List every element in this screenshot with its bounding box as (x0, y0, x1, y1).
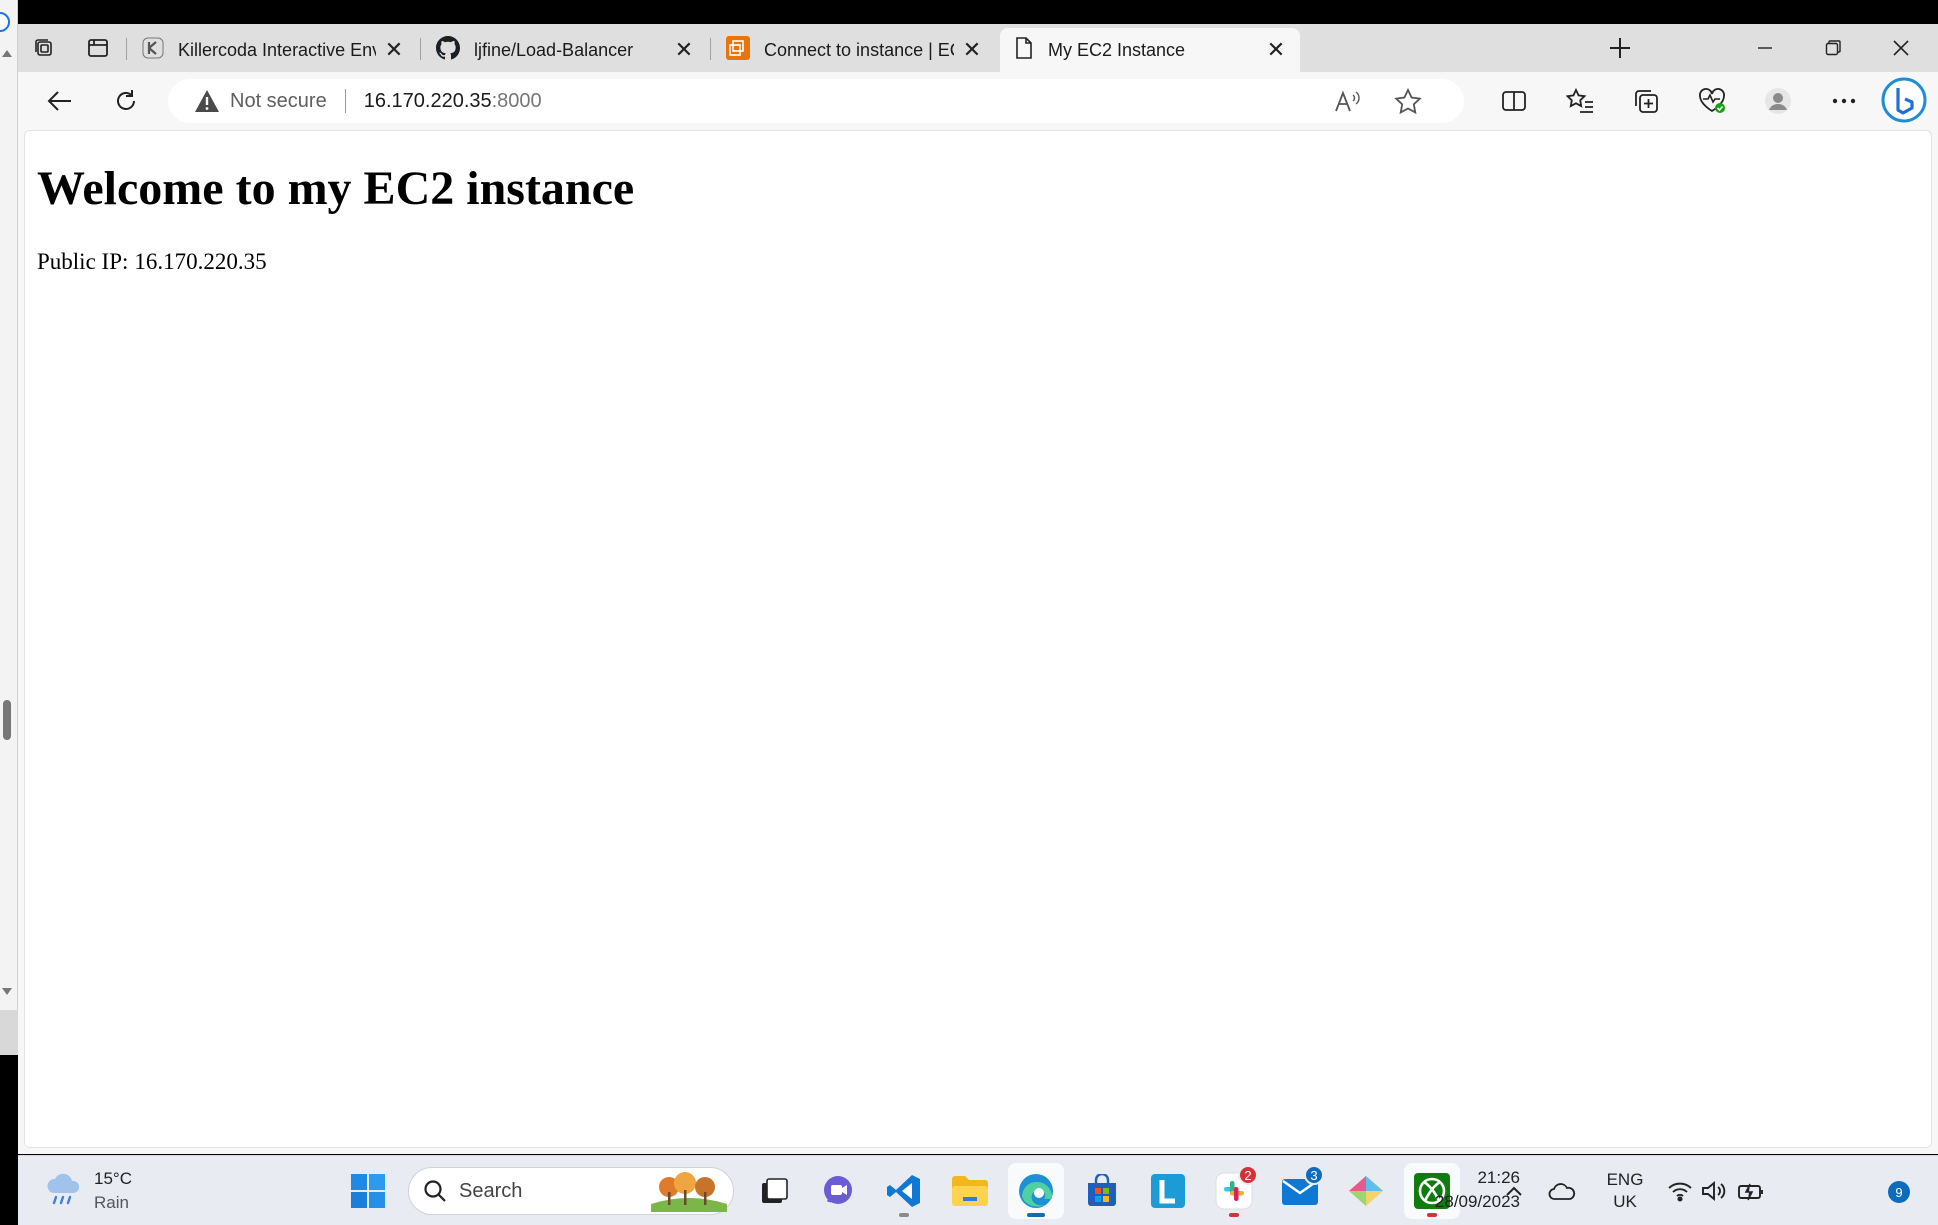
clock[interactable]: 21:26 28/09/2023 (1410, 1166, 1520, 1214)
refresh-button[interactable] (106, 81, 146, 121)
tab-killercoda[interactable]: Killercoda Interactive Environmen ✕ (128, 28, 418, 72)
tab-bar: Killercoda Interactive Environmen ✕ ljfi… (18, 24, 1938, 72)
url-text[interactable]: 16.170.220.35:8000 (364, 90, 542, 113)
tab-title: Killercoda Interactive Environmen (178, 39, 376, 60)
bing-copilot-icon[interactable] (1880, 76, 1928, 124)
address-divider (344, 89, 346, 113)
public-ip-label: Public IP: (37, 249, 129, 274)
edge-browser-icon[interactable] (1008, 1163, 1064, 1219)
teams-chat-icon[interactable] (810, 1163, 866, 1219)
page-viewport: Welcome to my EC2 instance Public IP: 16.… (24, 130, 1932, 1148)
tab-title: Connect to instance | EC2 | eu-nc (764, 39, 954, 60)
tab-actions-icon[interactable] (80, 32, 116, 64)
slack-notification-badge: 2 (1238, 1165, 1258, 1185)
github-icon (436, 35, 460, 65)
background-window-edge (0, 0, 18, 1055)
search-highlight-icon (651, 1170, 727, 1217)
background-app-icon (0, 12, 10, 32)
security-status[interactable]: Not secure (230, 90, 327, 113)
read-aloud-icon[interactable] (1334, 88, 1362, 116)
notification-center-badge[interactable]: 9 (1888, 1181, 1910, 1203)
l-app-icon[interactable] (1140, 1163, 1196, 1219)
keyboard-region: UK (1613, 1192, 1637, 1211)
desktop: Killercoda Interactive Environmen ✕ ljfi… (0, 0, 1938, 1225)
page-icon (1014, 36, 1034, 65)
volume-icon (1701, 1180, 1727, 1202)
tab-title: ljfine/Load-Balancer (474, 39, 634, 60)
start-button[interactable] (340, 1163, 396, 1219)
tab-separator (710, 38, 711, 60)
background-scrollbar-thumb[interactable] (3, 700, 11, 740)
mail-icon[interactable]: 3 (1272, 1163, 1328, 1219)
tab-aws-connect[interactable]: Connect to instance | EC2 | eu-nc ✕ (712, 28, 996, 72)
killercoda-icon (142, 37, 164, 64)
gem-app-icon[interactable] (1338, 1163, 1394, 1219)
new-tab-button[interactable] (1603, 32, 1637, 64)
url-port: :8000 (491, 89, 542, 112)
quick-settings[interactable] (1656, 1168, 1776, 1214)
tab-separator (420, 38, 421, 60)
app-active-indicator (1027, 1213, 1045, 1217)
address-bar[interactable]: Not secure 16.170.220.35:8000 (168, 79, 1464, 123)
scroll-up-arrow-icon[interactable] (2, 50, 12, 57)
close-tab-icon[interactable]: ✕ (962, 37, 982, 62)
profile-avatar[interactable] (1758, 81, 1798, 121)
workspaces-icon[interactable] (26, 32, 62, 64)
close-tab-icon[interactable]: ✕ (1266, 37, 1286, 62)
split-screen-icon[interactable] (1494, 81, 1534, 121)
app-running-indicator (899, 1213, 909, 1217)
public-ip-value: 16.170.220.35 (134, 249, 267, 274)
search-icon (423, 1179, 447, 1203)
tab-separator (126, 38, 127, 60)
collections-icon[interactable] (1626, 81, 1666, 121)
wifi-icon (1667, 1180, 1693, 1202)
language-code: ENG (1606, 1170, 1644, 1189)
close-tab-icon[interactable]: ✕ (384, 37, 404, 62)
page-heading: Welcome to my EC2 instance (37, 162, 635, 215)
microsoft-store-icon[interactable] (1074, 1163, 1130, 1219)
taskbar-search[interactable]: Search (408, 1167, 734, 1215)
battery-charging-icon (1737, 1181, 1765, 1201)
favorites-icon[interactable] (1560, 81, 1600, 121)
weather-widget[interactable]: 15°C Rain (44, 1166, 132, 1216)
slack-icon[interactable]: 2 (1206, 1163, 1262, 1219)
minimize-button[interactable] (1732, 28, 1798, 68)
taskbar: 15°C Rain Search 2 3 ENG UK 21:26 28/09/… (18, 1155, 1938, 1225)
language-indicator[interactable]: ENG UK (1592, 1168, 1658, 1214)
tab-title: My EC2 Instance (1048, 39, 1186, 60)
weather-temperature: 15°C (94, 1169, 132, 1188)
restore-button[interactable] (1800, 28, 1866, 68)
search-label: Search (459, 1179, 523, 1202)
browser-toolbar: Not secure 16.170.220.35:8000 (18, 72, 1938, 130)
mail-notification-badge: 3 (1304, 1165, 1324, 1185)
file-explorer-icon[interactable] (942, 1163, 998, 1219)
close-tab-icon[interactable]: ✕ (674, 37, 694, 62)
favorite-star-icon[interactable] (1394, 88, 1422, 116)
date-display: 28/09/2023 (1434, 1192, 1520, 1211)
app-running-indicator (1229, 1213, 1239, 1217)
weather-condition: Rain (94, 1193, 129, 1212)
task-view-button[interactable] (746, 1163, 802, 1219)
scroll-down-arrow-icon[interactable] (2, 988, 12, 995)
back-button[interactable] (40, 81, 80, 121)
background-window-panel (0, 1010, 18, 1055)
more-options-icon[interactable] (1824, 81, 1864, 121)
browser-essentials-icon[interactable] (1692, 81, 1732, 121)
vscode-icon[interactable] (876, 1163, 932, 1219)
tab-github[interactable]: ljfine/Load-Balancer ✕ (422, 28, 708, 72)
rain-cloud-icon (44, 1171, 84, 1212)
public-ip-line: Public IP: 16.170.220.35 (37, 249, 267, 275)
close-window-button[interactable] (1868, 28, 1934, 68)
warning-icon[interactable] (194, 88, 220, 114)
time-display: 21:26 (1477, 1168, 1520, 1187)
tab-my-ec2-instance[interactable]: My EC2 Instance ✕ (1000, 28, 1300, 72)
url-host: 16.170.220.35 (363, 89, 492, 112)
onedrive-cloud-icon[interactable] (1540, 1168, 1584, 1214)
aws-ec2-icon (726, 35, 750, 65)
browser-window: Killercoda Interactive Environmen ✕ ljfi… (18, 24, 1938, 1154)
